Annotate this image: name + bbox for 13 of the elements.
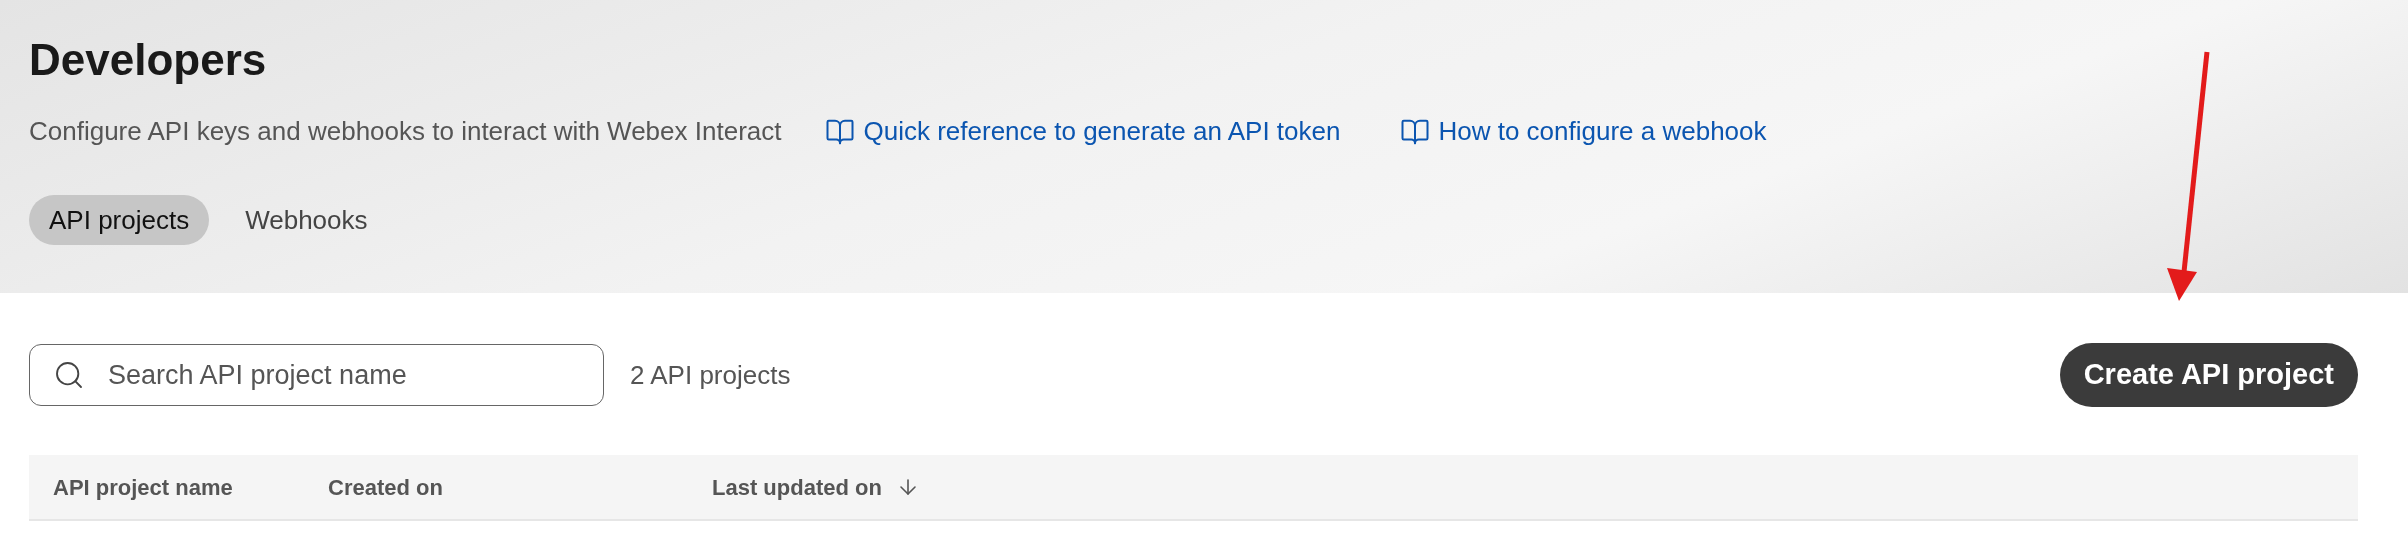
create-api-project-button[interactable]: Create API project <box>2059 343 2358 407</box>
page-subtitle: Configure API keys and webhooks to interact with Webex Interact <box>29 115 782 148</box>
help-link[interactable]: Quick reference to generate an API token <box>825 112 1341 151</box>
help-link[interactable]: How to configure a webhook <box>1400 112 1767 151</box>
column-header[interactable]: Created on <box>328 470 443 504</box>
tab[interactable]: API projects <box>29 195 210 245</box>
tab[interactable]: Webhooks <box>225 195 388 245</box>
search-field[interactable]: Search API project name <box>29 344 604 406</box>
page-title: Developers <box>29 34 267 86</box>
column-header[interactable]: API project name <box>53 470 233 504</box>
search-icon <box>53 359 85 391</box>
column-header[interactable]: Last updated on <box>712 470 882 504</box>
result-count: 2 API projects <box>630 358 791 392</box>
